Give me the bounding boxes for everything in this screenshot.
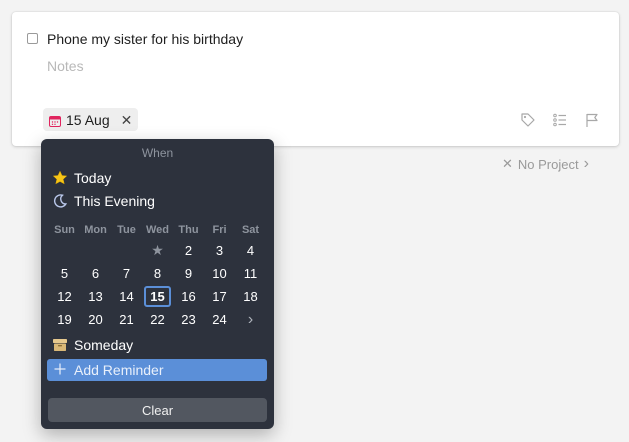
weekday-header: Sun Mon Tue Wed Thu Fri Sat [49,224,266,236]
weekday-wed: Wed [145,224,170,236]
someday-option[interactable]: Someday [52,337,133,353]
calendar-day[interactable]: 8 [142,263,173,284]
calendar-day-empty [80,240,111,261]
calendar-day[interactable]: 24 [204,309,235,330]
calendar-day-selected[interactable]: 15 [142,286,173,307]
calendar-day[interactable]: 18 [235,286,266,307]
moon-icon [52,193,68,209]
this-evening-option[interactable]: This Evening [52,193,155,209]
calendar-day[interactable]: 13 [80,286,111,307]
when-date-chip[interactable]: 15 Aug ✕ [43,108,139,131]
clear-button[interactable]: Clear [48,398,267,422]
picker-title: When [141,146,174,160]
calendar-day[interactable]: 21 [111,309,142,330]
star-icon [52,170,68,186]
flag-icon[interactable] [583,111,601,129]
chevron-right-icon: › [583,155,589,172]
calendar-day[interactable]: 2 [173,240,204,261]
next-month-chevron-icon[interactable]: › [235,309,266,330]
calendar-day[interactable]: 4 [235,240,266,261]
calendar-week-4: 19 20 21 22 23 24 › [49,309,266,330]
calendar-day[interactable]: 17 [204,286,235,307]
weekday-mon: Mon [84,224,107,236]
calendar-day[interactable]: 3 [204,240,235,261]
calendar-week-1: ★ 2 3 4 [49,240,266,261]
notes-field[interactable]: Notes [47,58,84,74]
close-icon[interactable]: ✕ [502,156,513,172]
calendar-day[interactable]: 9 [173,263,204,284]
calendar-day[interactable]: 6 [80,263,111,284]
when-picker-popup: When Today This Evening Sun Mon Tue Wed … [41,139,274,429]
project-selector[interactable]: ✕ No Project › [502,155,589,173]
tag-icon[interactable] [519,111,537,129]
task-title[interactable]: Phone my sister for his birthday [47,31,243,47]
calendar-day[interactable]: 7 [111,263,142,284]
calendar-day[interactable]: 19 [49,309,80,330]
weekday-thu: Thu [178,224,199,236]
someday-label: Someday [74,337,134,353]
today-star-icon[interactable]: ★ [142,240,173,261]
calendar-day[interactable]: 11 [235,263,266,284]
calendar-day-empty [111,240,142,261]
plus-icon [54,362,66,378]
task-toolbar [519,111,601,129]
calendar-day[interactable]: 10 [204,263,235,284]
weekday-sun: Sun [54,224,75,236]
calendar-day[interactable]: 20 [80,309,111,330]
weekday-sat: Sat [241,224,260,236]
calendar-day[interactable]: 14 [111,286,142,307]
project-label: No Project [517,156,579,172]
calendar-day[interactable]: 22 [142,309,173,330]
archive-box-icon [52,337,68,353]
today-option[interactable]: Today [52,170,111,186]
today-label: Today [74,170,112,186]
checklist-icon[interactable] [551,111,569,129]
remove-date-button[interactable]: ✕ [121,113,133,127]
calendar-week-3: 12 13 14 15 16 17 18 [49,286,266,307]
task-card: Phone my sister for his birthday Notes 1… [12,12,619,146]
date-chip-label: 15 Aug [66,111,110,128]
calendar-day[interactable]: 16 [173,286,204,307]
calendar-day[interactable]: 5 [49,263,80,284]
calendar-day-empty [49,240,80,261]
calendar-day[interactable]: 12 [49,286,80,307]
add-reminder-label: Add Reminder [74,362,164,378]
add-reminder-button[interactable]: Add Reminder [47,359,267,381]
weekday-tue: Tue [117,224,136,236]
task-checkbox[interactable] [27,33,38,44]
weekday-fri: Fri [212,224,227,236]
calendar-week-2: 5 6 7 8 9 10 11 [49,263,266,284]
calendar-day[interactable]: 23 [173,309,204,330]
evening-label: This Evening [74,193,155,209]
calendar-icon [49,114,61,127]
